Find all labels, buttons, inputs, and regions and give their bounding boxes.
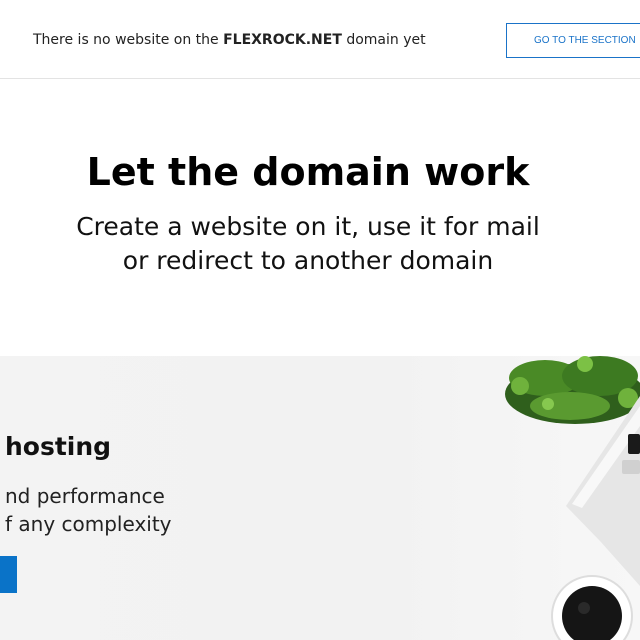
message-suffix: domain yet — [346, 32, 426, 48]
domain-name: FLEXROCK.NET — [223, 32, 342, 48]
hero-subtitle-line-2: or redirect to another domain — [122, 246, 494, 275]
plant-image — [505, 356, 640, 424]
hosting-title: hosting — [5, 432, 112, 461]
hosting-cta-button[interactable] — [0, 556, 17, 593]
hero-title: Let the domain work — [86, 150, 530, 194]
hosting-line-1: nd performance — [5, 484, 165, 508]
go-to-section-button[interactable]: GO TO THE SECTION — [506, 23, 640, 58]
laptop-image — [566, 396, 640, 586]
no-website-message: There is no website on the FLEXROCK.NET … — [33, 32, 426, 48]
coffee-cup-image — [551, 575, 633, 640]
top-banner: There is no website on the FLEXROCK.NET … — [0, 0, 640, 79]
hero-subtitle: Create a website on it, use it for mail … — [0, 210, 616, 278]
hero-subtitle-line-1: Create a website on it, use it for mail — [76, 212, 540, 241]
hosting-promo-panel: hosting nd performance f any complexity — [0, 356, 640, 640]
message-prefix: There is no website on the — [33, 32, 219, 48]
hosting-line-2: f any complexity — [5, 512, 172, 536]
